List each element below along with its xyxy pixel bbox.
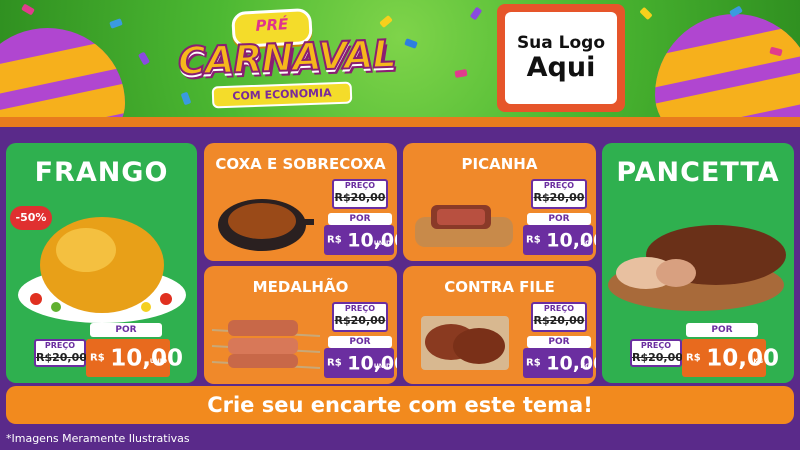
confetti xyxy=(404,38,418,49)
product-name: PANCETTA xyxy=(616,157,780,188)
disclaimer-text: *Imagens Meramente Ilustrativas xyxy=(6,432,190,445)
product-name: MEDALHÃO xyxy=(252,278,349,296)
por-label: POR xyxy=(90,323,162,337)
product-card-contra-file[interactable]: CONTRA FILE PREÇO R$20,00 POR R$ 10,00 K… xyxy=(403,266,596,384)
confetti xyxy=(109,18,123,29)
price-unit: UNID xyxy=(149,358,167,365)
old-price-value: R$20,00 xyxy=(632,351,683,364)
por-label: POR xyxy=(527,213,591,225)
old-price-value: R$20,00 xyxy=(334,191,386,204)
old-price-tag: PREÇO R$20,00 xyxy=(34,339,87,367)
old-price-label: PREÇO xyxy=(543,304,575,313)
product-card-picanha[interactable]: PICANHA PREÇO R$20,00 POR R$ 10,00 KG xyxy=(403,143,596,261)
product-name: PICANHA xyxy=(461,155,538,173)
medalhao-skewers-image xyxy=(211,320,321,369)
new-price-tag: R$ 10,00 KG xyxy=(523,225,596,255)
product-name: CONTRA FILE xyxy=(444,278,555,296)
product-name: COXA E SOBRECOXA xyxy=(215,155,386,173)
currency-symbol: R$ xyxy=(327,234,342,246)
new-price-tag: R$ 10,00 UNID xyxy=(86,339,183,377)
easter-egg-left xyxy=(0,28,125,123)
logo-line-1: Sua Logo xyxy=(516,33,606,53)
por-label: POR xyxy=(328,213,392,225)
chicken-thigh-pan-image xyxy=(218,199,314,251)
confetti xyxy=(639,6,653,21)
old-price-label: PREÇO xyxy=(344,304,376,313)
new-price-tag: R$ 10,00 UNID xyxy=(324,348,397,378)
price-unit: UNID xyxy=(373,363,391,370)
old-price-value: R$20,00 xyxy=(533,191,585,204)
logo-line-2: Aqui xyxy=(526,52,596,83)
product-card-coxa-sobrecoxa[interactable]: COXA E SOBRECOXA PREÇO R$20,00 POR R$ 10… xyxy=(204,143,397,261)
old-price-label: PREÇO xyxy=(640,341,672,350)
currency-symbol: R$ xyxy=(327,357,342,369)
confetti xyxy=(469,6,483,21)
logo-placeholder-inner: Sua Logo Aqui xyxy=(505,12,617,104)
price-value: 10,00 xyxy=(706,345,780,372)
por-label: POR xyxy=(328,336,392,348)
logo-placeholder[interactable]: Sua Logo Aqui xyxy=(497,4,625,112)
pancetta-roast-image xyxy=(608,225,786,311)
divider-stripe xyxy=(0,117,800,127)
picanha-board-image xyxy=(415,205,513,247)
new-price-tag: R$ 10,00 KG xyxy=(523,348,596,378)
price-unit: KG xyxy=(753,358,763,365)
carnaval-title: CARNAVAL xyxy=(176,31,397,85)
currency-symbol: R$ xyxy=(90,352,105,364)
currency-symbol: R$ xyxy=(686,352,701,364)
old-price-tag: PREÇO R$20,00 xyxy=(332,179,388,209)
confetti xyxy=(379,14,393,29)
currency-symbol: R$ xyxy=(526,357,541,369)
old-price-tag: PREÇO R$20,00 xyxy=(332,302,388,332)
confetti xyxy=(21,3,35,16)
new-price-tag: R$ 10,00 KG xyxy=(682,339,779,377)
price-unit: KG xyxy=(580,240,590,247)
por-label: POR xyxy=(686,323,758,337)
carnaval-title-logo: PRÉ CARNAVAL COM ECONOMIA xyxy=(172,6,397,118)
economia-label: COM ECONOMIA xyxy=(232,86,332,103)
product-card-frango[interactable]: FRANGO PREÇO R$20,00 POR R$ 10,00 UNID xyxy=(6,143,197,383)
currency-symbol: R$ xyxy=(526,234,541,246)
old-price-label: PREÇO xyxy=(44,341,76,350)
old-price-tag: PREÇO R$20,00 xyxy=(531,302,587,332)
confetti xyxy=(137,51,151,66)
easter-egg-right xyxy=(655,14,800,123)
old-price-value: R$20,00 xyxy=(533,314,585,327)
old-price-value: R$20,00 xyxy=(334,314,386,327)
product-card-pancetta[interactable]: PANCETTA PREÇO R$20,00 POR R$ 10,00 KG xyxy=(602,143,794,383)
new-price-tag: R$ 10,00 UNID xyxy=(324,225,397,255)
discount-badge: -50% xyxy=(10,206,52,230)
pre-label: PRÉ xyxy=(254,15,289,35)
economia-ribbon: COM ECONOMIA xyxy=(211,81,353,109)
header-banner: PRÉ CARNAVAL COM ECONOMIA Sua Logo Aqui xyxy=(0,0,800,123)
old-price-label: PREÇO xyxy=(344,181,376,190)
contra-file-steak-image xyxy=(421,316,509,370)
por-label: POR xyxy=(527,336,591,348)
price-unit: KG xyxy=(580,363,590,370)
old-price-tag: PREÇO R$20,00 xyxy=(531,179,587,209)
confetti xyxy=(454,69,468,78)
old-price-label: PREÇO xyxy=(543,181,575,190)
price-unit: UNID xyxy=(373,240,391,247)
price-value: 10,00 xyxy=(110,345,184,372)
product-card-medalhao[interactable]: MEDALHÃO PREÇO R$20,00 POR R$ 10,00 UNID xyxy=(204,266,397,384)
cta-banner[interactable]: Crie seu encarte com este tema! xyxy=(6,386,794,424)
old-price-value: R$20,00 xyxy=(36,351,87,364)
product-name: FRANGO xyxy=(34,157,169,188)
old-price-tag: PREÇO R$20,00 xyxy=(630,339,683,367)
